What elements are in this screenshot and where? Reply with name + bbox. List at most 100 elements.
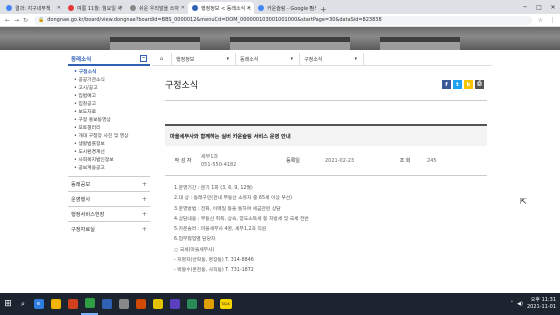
reload-icon[interactable]: ↻ [21,17,30,24]
sidebar-subitem[interactable]: • 입찰공고 [74,101,150,109]
post-body: 1.운영기간 : 분기 1회 (3, 6, 9, 12월) 2.대 상 : 동래구… [174,184,484,277]
browser-tab[interactable]: 결과: 지구내부책 ✕ [2,2,64,14]
sidebar-subitem-label: 공보계용공고 [78,166,105,171]
tab-favicon-icon [192,5,198,11]
sidebar-subitem-label: 생활법률정보 [78,142,105,147]
back-icon[interactable]: ← [3,17,12,24]
search-icon[interactable]: ⌕ [16,300,30,309]
maximize-icon[interactable]: □ [532,4,546,11]
menu-icon[interactable]: ⋮ [548,17,557,24]
taskbar-app-icon[interactable] [149,293,166,315]
app-icon [203,299,214,309]
views-label: 조 회 [399,158,411,164]
post-meta: 작 성 자 세무1과 051-550-4182 등록일 2021-02-23 조… [165,146,487,176]
expand-icon[interactable]: + [142,226,147,233]
taskbar-app-icon[interactable] [166,293,183,315]
app-icon [152,299,163,309]
close-tab-icon[interactable]: ✕ [119,5,123,11]
breadcrumb-item[interactable]: 행정정보 ▾ [172,52,236,66]
sidebar-subitem[interactable]: • 도시환경계선 [74,149,150,157]
sidebar-subitem-label: 사회복지법인정보 [78,158,114,163]
twitter-icon[interactable]: t [453,80,462,89]
new-tab-button[interactable]: + [316,5,331,14]
minimize-icon[interactable]: ─ [518,4,532,11]
taskbar-app-icon[interactable] [115,293,132,315]
page-title: 구정소식 [165,81,199,91]
sidebar-subitem[interactable]: • 보도자료 [74,109,150,117]
sidebar-header[interactable]: 동래소식 − [68,53,150,66]
star-icon[interactable]: ☆ [536,17,545,24]
windows-start-icon[interactable]: ⊞ [0,299,16,309]
sidebar-subitem[interactable]: • 입법예고 [74,93,150,101]
close-tab-icon[interactable]: ✕ [57,5,61,11]
kakao-icon[interactable]: k [464,80,473,89]
app-icon [135,299,146,309]
collapse-icon[interactable]: − [140,55,147,62]
forward-icon[interactable]: → [12,17,21,24]
browser-tab[interactable]: 여름 11월: 월요일 사 ✕ [64,2,126,14]
breadcrumb-item[interactable]: 구정소식 ▾ [300,52,364,66]
app-icon [118,299,129,309]
home-icon[interactable]: ⌂ [152,52,172,66]
post-body-line: 3.운영방법 : 전화, 이메일 등을 통하여 세금관련 상담 [174,206,281,212]
share-buttons: f t k ⎙ [442,80,484,89]
sidebar-subitem[interactable]: • 공공기관소식 [74,77,150,85]
close-tab-icon[interactable]: ✕ [181,5,185,11]
post-title: 마을세무사와 함께하는 실버 카운슬링 서비스 운영 안내 [165,124,487,146]
browser-tab[interactable]: 카운슬링 - Google 검색 ✕ [254,2,316,14]
sidebar-subitem-label: 고시/공고 [78,86,98,91]
left-sidebar: 동래소식 − • 구청소식 • 공공기관소식 • 고시/공고 • 입법예고 • 입찰공고… [68,53,150,293]
sidebar-subitem[interactable]: • 사회복지법인정보 [74,157,150,165]
sidebar-subitem[interactable]: • 고시/공고 [74,85,150,93]
sidebar-subitem[interactable]: • 구청소식 [74,69,150,77]
tab-label: 쉬운 우리말을 쓰자 [139,5,179,12]
browser-tab[interactable]: 행정정보 < 동래소식 < ✕ [188,2,254,14]
browser-tab[interactable]: 쉬운 우리말을 쓰자 ✕ [126,2,188,14]
sidebar-subitem[interactable]: • 공보계용공고 [74,165,150,173]
sidebar-category[interactable]: 구정자료실 + [68,221,150,236]
close-tab-icon[interactable]: ✕ [309,5,313,11]
sidebar-subitem[interactable]: • 개대 구청장 사진 및 영상 [74,133,150,141]
breadcrumb-label: 행정정보 [176,56,195,63]
app-icon: e [33,299,44,309]
chevron-down-icon: ▾ [290,56,293,62]
post-body-line: 1.운영기간 : 분기 1회 (3, 6, 9, 12월) [174,186,253,191]
print-icon[interactable]: ⎙ [475,80,484,89]
expand-icon[interactable]: + [142,211,147,218]
taskbar-app-icon[interactable] [183,293,200,315]
sidebar-category[interactable]: 운영행사 + [68,191,150,206]
breadcrumb-label: 동래소식 [240,56,259,63]
sidebar-categories: 동래공보 + 운영행사 + 행정서비스헌장 + 구정자료실 + [68,176,150,236]
chevron-up-icon[interactable]: ˄ [511,301,514,307]
app-icon: TALK [219,299,232,309]
taskbar-app-icon[interactable] [81,293,98,315]
sidebar-subitem[interactable]: • 구정 홍보동영상 [74,117,150,125]
view-count: 245 [427,157,437,164]
close-window-icon[interactable]: ✕ [546,4,560,11]
expand-icon[interactable]: + [142,181,147,188]
volume-icon[interactable]: ◀) [517,301,523,307]
app-icon [50,299,61,309]
sidebar-subitem[interactable]: • 생활법률정보 [74,141,150,149]
breadcrumb-item[interactable]: 동래소식 ▾ [236,52,300,66]
url-input[interactable]: 🔒 dongnae.go.kr/board/view.dongnae?board… [34,15,532,25]
tab-favicon-icon [258,5,264,11]
taskbar-app-icon[interactable]: TALK [217,293,234,315]
taskbar-app-icon[interactable] [47,293,64,315]
tab-favicon-icon [6,5,12,11]
taskbar-app-icon[interactable] [98,293,115,315]
sidebar-category[interactable]: 동래공보 + [68,176,150,191]
taskbar-app-icon[interactable] [200,293,217,315]
post-body-line: 2.대 상 : 동래구민(관내 부동산 소유자 중 65세 이상 우선) [174,196,293,202]
clock[interactable]: 오후 11:31 2021-11-01 [527,297,556,311]
sidebar-category[interactable]: 행정서비스헌장 + [68,206,150,221]
close-tab-icon[interactable]: ✕ [247,5,251,11]
sidebar-subitem[interactable]: • 포토갤러리 [74,125,150,133]
expand-icon[interactable]: + [142,196,147,203]
taskbar-app-icon[interactable] [132,293,149,315]
taskbar-app-icon[interactable]: e [30,293,47,315]
sidebar-subitem-label: 개대 구청장 사진 및 영상 [78,134,129,139]
taskbar-app-icon[interactable] [64,293,81,315]
chevron-down-icon: ▾ [226,56,229,62]
facebook-icon[interactable]: f [442,80,451,89]
